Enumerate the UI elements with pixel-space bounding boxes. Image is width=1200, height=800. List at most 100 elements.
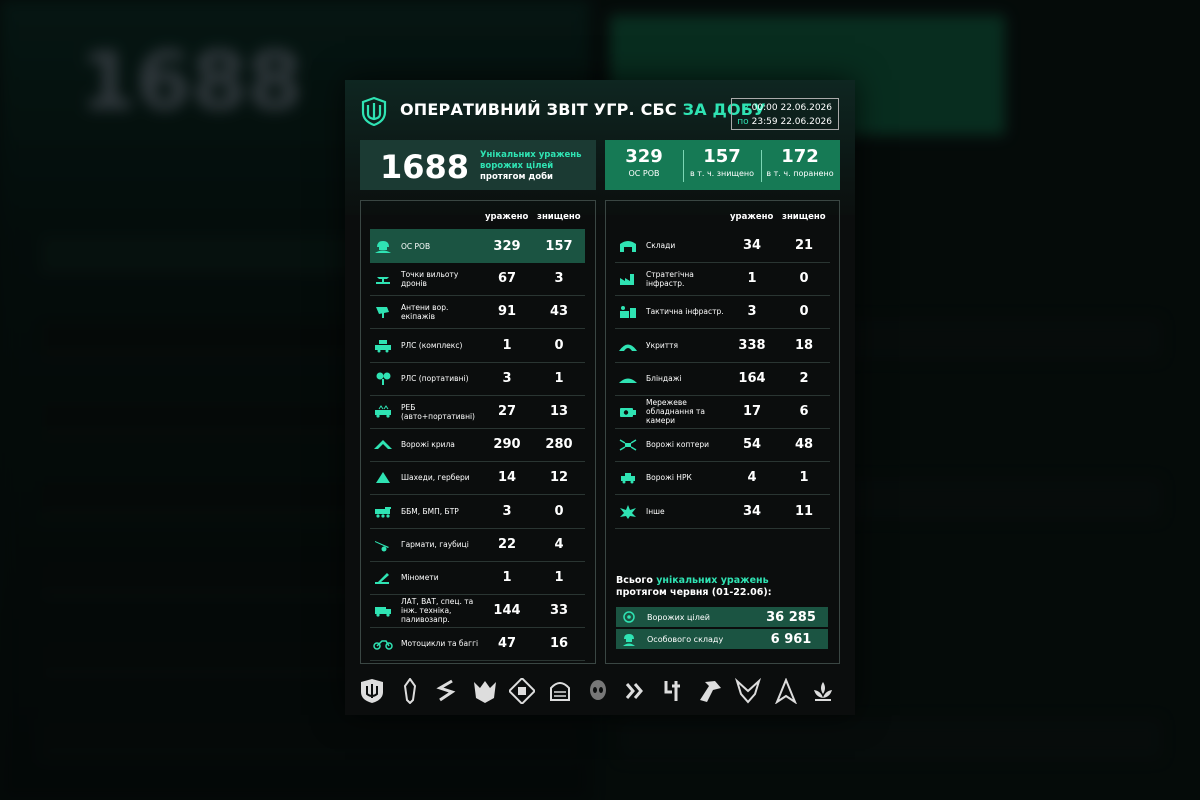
shahed-icon (373, 471, 393, 485)
col-destroyed-header: знищено (537, 212, 581, 222)
lotus-logo (810, 678, 836, 704)
unique-hits-value: 1688 (380, 148, 470, 186)
table-row: Шахеди, гербери 14 12 (370, 461, 585, 496)
s-logo (434, 678, 460, 704)
row-hit-value: 3 (747, 304, 757, 320)
soldier-icon (619, 632, 639, 646)
table-row: Міномети 1 1 (370, 561, 585, 595)
row-hit-value: 4 (747, 470, 757, 486)
col-hit-header: уражено (485, 212, 529, 222)
row-hit-value: 34 (742, 503, 762, 519)
row-hit-value: 67 (497, 271, 517, 287)
row-label: ЛАТ, ВАТ, спец. та інж. техніка, паливоз… (401, 597, 474, 625)
row-destroyed-value: 43 (549, 304, 569, 320)
table-row: Точки вильоту дронів 67 3 (370, 262, 585, 297)
row-destroyed-value: 0 (799, 271, 809, 287)
row-hit-value: 3 (502, 503, 512, 519)
table-row: ББМ, БМП, БТР 3 0 (370, 495, 585, 529)
rls-complex-icon (373, 338, 393, 353)
table-row: Ворожі НРК 4 1 (615, 461, 830, 496)
table-row: Бліндажі 164 2 (615, 362, 830, 396)
table-row: Інше 34 11 (615, 495, 830, 529)
row-label: Мережеве обладнання та камери (646, 398, 705, 425)
row-label: Інше (646, 506, 665, 516)
unique-hits-panel: 1688 Унікальних уражень ворожих цілей пр… (360, 140, 596, 190)
row-destroyed-value: 18 (794, 337, 814, 353)
sword-logo (397, 677, 423, 705)
row-label: ОС РОВ (401, 241, 431, 251)
dugout-icon (618, 371, 638, 385)
factory-icon (618, 272, 638, 286)
row-hit-value: 329 (493, 238, 521, 254)
row-label: Ворожі коптери (646, 440, 709, 450)
row-label: Ворожі НРК (646, 473, 692, 483)
mortar-icon (373, 571, 393, 585)
row-label: Шахеди, гербери (401, 473, 470, 483)
lightning-logo (660, 678, 686, 704)
tactical-infra-icon (618, 305, 638, 319)
row-hit-value: 164 (738, 370, 766, 386)
report-title: ОПЕРАТИВНИЙ ЗВІТ УГР. СБС ЗА ДОБУ (400, 100, 766, 119)
date-range: з 00:00 22.06.2026 по 23:59 22.06.2026 (731, 98, 839, 130)
row-label: Міномети (401, 573, 439, 582)
alien-logo (585, 678, 611, 704)
table-row: РЛС (портативні) 3 1 (370, 362, 585, 396)
col-hit-header: уражено (730, 212, 774, 222)
chevrons-logo (622, 678, 648, 704)
row-hit-value: 1 (747, 271, 757, 287)
row-hit-value: 54 (742, 437, 762, 453)
helmet-logo (547, 678, 573, 704)
row-hit-value: 338 (738, 337, 766, 353)
trident-logo (361, 96, 387, 126)
row-hit-value: 27 (497, 404, 517, 419)
row-destroyed-value: 4 (554, 536, 564, 552)
table-row: Ворожі крила 290 280 (370, 428, 585, 463)
copter-icon (618, 438, 638, 452)
row-label: РЕБ (авто+портативні) (401, 402, 475, 421)
table-row: Мотоцикли та баггі 47 16 (370, 627, 585, 662)
row-destroyed-value: 12 (549, 470, 569, 486)
row-label: Точки вильоту дронів (401, 269, 459, 288)
row-label: РЛС (портативні) (401, 373, 469, 383)
row-destroyed-value: 0 (554, 337, 564, 353)
truck-icon (373, 604, 393, 618)
table-row: ОС РОВ 329 157 (370, 229, 585, 263)
wolf-logo (472, 678, 498, 704)
row-hit-value: 3 (502, 370, 512, 386)
row-label: Ворожі крила (401, 440, 455, 450)
ugv-icon (618, 471, 638, 485)
row-hit-value: 17 (742, 404, 762, 419)
row-hit-value: 144 (493, 603, 521, 619)
personnel-panel: 329 ОС РОВ 157 в т. ч. знищено 172 в т. … (605, 140, 840, 190)
bird-logo (697, 678, 723, 704)
row-label: Укриття (646, 340, 678, 350)
table-row: Гармати, гаубиці 22 4 (370, 528, 585, 562)
row-label: РЛС (комплекс) (401, 340, 463, 350)
row-destroyed-value: 3 (554, 271, 564, 287)
row-label: ББМ, БМП, БТР (401, 506, 459, 516)
row-destroyed-value: 0 (799, 304, 809, 320)
row-label: Тактична інфрастр. (646, 307, 724, 317)
row-label: Стратегічна інфрастр. (646, 269, 694, 288)
soldier-icon (373, 239, 393, 253)
row-destroyed-value: 48 (794, 437, 814, 453)
row-destroyed-value: 1 (799, 470, 809, 486)
wing-icon (373, 438, 393, 452)
row-label: Бліндажі (646, 373, 682, 383)
table-row: ЛАТ, ВАТ, спец. та інж. техніка, паливоз… (370, 594, 585, 629)
row-destroyed-value: 21 (794, 238, 814, 253)
row-destroyed-value: 280 (545, 437, 573, 453)
row-hit-value: 1 (502, 570, 512, 585)
arrowhead-logo (773, 677, 799, 705)
motorcycle-icon (373, 637, 393, 651)
row-destroyed-value: 11 (794, 503, 814, 519)
row-hit-value: 14 (497, 470, 517, 486)
stat-wounded: 172 в т. ч. поранено (766, 146, 834, 178)
stat-destroyed: 157 в т. ч. знищено (689, 146, 755, 178)
explosion-icon (618, 504, 638, 519)
row-destroyed-value: 16 (549, 636, 569, 652)
eagle-logo (734, 677, 762, 704)
unit-logos (345, 672, 855, 712)
row-destroyed-value: 13 (549, 404, 569, 419)
row-hit-value: 47 (497, 636, 517, 652)
